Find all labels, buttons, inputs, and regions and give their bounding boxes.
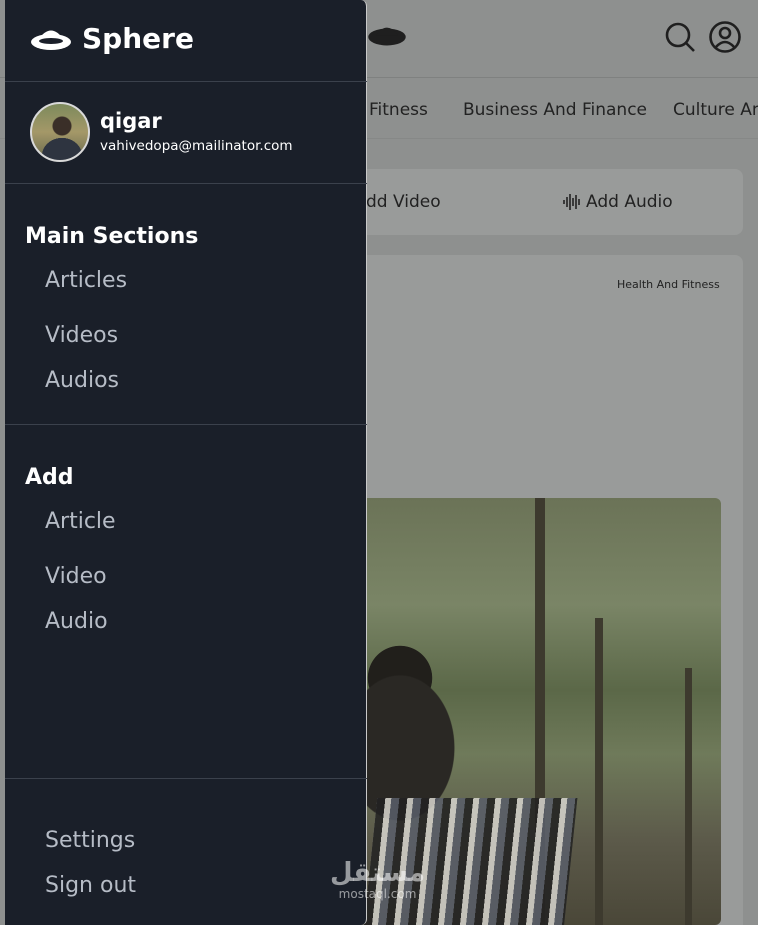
audio-wave-icon (563, 194, 580, 210)
nav-item-add-video[interactable]: Video (45, 564, 107, 589)
brand-name[interactable]: Sphere (82, 22, 194, 55)
logo-icon (368, 27, 406, 46)
watermark: مستقل mostaql.com (330, 858, 425, 900)
nav-item-videos[interactable]: Videos (45, 323, 118, 348)
nav-item-add-audio[interactable]: Audio (45, 609, 108, 634)
user-name: qigar (100, 109, 162, 133)
watermark-latin: mostaql.com (338, 887, 417, 901)
add-audio-button[interactable]: Add Audio (586, 192, 673, 212)
post-category-tag: Health And Fitness (617, 278, 720, 291)
category-tab[interactable]: Fitness (369, 100, 428, 120)
user-profile[interactable]: qigar vahivedopa@mailinator.com (5, 83, 367, 184)
main-sections-heading: Main Sections (25, 224, 199, 249)
side-drawer: Sphere qigar vahivedopa@mailinator.com M… (5, 0, 367, 925)
avatar[interactable] (30, 102, 90, 162)
drawer-header: Sphere (5, 0, 367, 82)
account-icon[interactable] (708, 20, 742, 54)
divider (5, 778, 367, 779)
nav-item-articles[interactable]: Articles (45, 268, 127, 293)
nav-item-sign-out[interactable]: Sign out (45, 873, 136, 898)
search-icon[interactable] (663, 20, 697, 54)
divider (5, 424, 367, 425)
add-heading: Add (25, 465, 74, 490)
watermark-arabic: مستقل (330, 858, 426, 888)
nav-item-add-article[interactable]: Article (45, 509, 116, 534)
sphere-logo-icon[interactable] (29, 24, 73, 56)
user-email: vahivedopa@mailinator.com (100, 138, 293, 154)
nav-item-settings[interactable]: Settings (45, 828, 135, 853)
nav-item-audios[interactable]: Audios (45, 368, 119, 393)
category-tab[interactable]: Business And Finance (463, 100, 647, 120)
category-tab[interactable]: Culture An (673, 100, 758, 120)
add-video-button[interactable]: dd Video (366, 192, 441, 212)
